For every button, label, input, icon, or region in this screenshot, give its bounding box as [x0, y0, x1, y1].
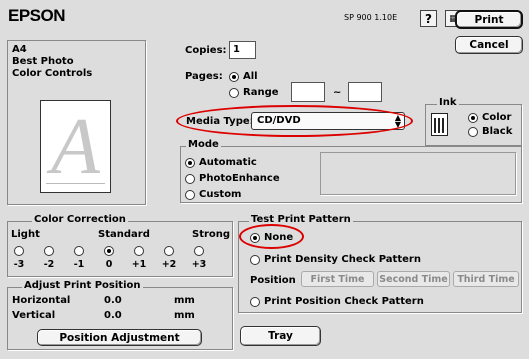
none-highlight	[239, 224, 304, 249]
vertical-label: Vertical	[12, 310, 56, 321]
mode-automatic-radio[interactable]	[185, 158, 195, 168]
color-correction-scale-label: +3	[191, 259, 207, 270]
pages-range-label: Range	[243, 87, 279, 98]
ink-color-label: Color	[482, 112, 512, 123]
tray-button[interactable]: Tray	[240, 326, 321, 346]
brand-logo: EPSON	[8, 6, 66, 25]
preview-letter: A	[51, 103, 100, 191]
mode-title: Mode	[186, 139, 221, 150]
range-from-field[interactable]	[291, 82, 325, 102]
pages-range-radio[interactable]	[229, 88, 239, 98]
cancel-button[interactable]: Cancel	[455, 36, 523, 54]
model-label: SP 900 1.10E	[344, 13, 398, 22]
first-time-button[interactable]: First Time	[301, 271, 374, 287]
ink-black-radio[interactable]	[468, 127, 478, 137]
print-button[interactable]: Print	[455, 10, 523, 29]
position-adjustment-button[interactable]: Position Adjustment	[37, 329, 202, 346]
range-to-field[interactable]	[348, 82, 382, 102]
mode-photoenhance-label: PhotoEnhance	[199, 173, 280, 184]
test-position-check-radio[interactable]	[250, 297, 260, 307]
copies-label: Copies:	[185, 45, 227, 56]
range-tilde: ~	[333, 87, 342, 98]
test-position-check-label: Print Position Check Pattern	[264, 296, 424, 307]
pages-label: Pages:	[185, 71, 223, 82]
color-correction-title: Color Correction	[32, 214, 128, 225]
copies-field[interactable]: 1	[229, 41, 256, 59]
color-correction-radio[interactable]	[74, 246, 84, 256]
summary-paper: A4	[12, 44, 27, 55]
test-density-radio[interactable]	[250, 255, 260, 265]
horizontal-label: Horizontal	[12, 295, 71, 306]
pages-all-label: All	[243, 71, 258, 82]
second-time-button[interactable]: Second Time	[377, 271, 450, 287]
color-correction-scale-label: +1	[131, 259, 147, 270]
color-correction-scale-label: -1	[73, 259, 85, 270]
mode-custom-radio[interactable]	[185, 190, 195, 200]
pages-all-radio[interactable]	[229, 72, 239, 82]
ink-black-label: Black	[482, 126, 513, 137]
ink-color-radio[interactable]	[468, 113, 478, 123]
summary-color: Color Controls	[12, 68, 93, 79]
third-time-button[interactable]: Third Time	[453, 271, 519, 287]
light-label: Light	[11, 229, 40, 240]
color-correction-radio[interactable]	[134, 246, 144, 256]
color-correction-radio[interactable]	[164, 246, 174, 256]
color-correction-radio[interactable]	[44, 246, 54, 256]
color-correction-scale-label: 0	[105, 259, 113, 270]
color-correction-scale-label: -3	[13, 259, 25, 270]
summary-quality: Best Photo	[12, 56, 74, 67]
ink-title: Ink	[437, 97, 459, 108]
mode-detail-box	[320, 152, 516, 195]
media-type-highlight	[176, 105, 413, 137]
preview-bottom-line	[46, 183, 105, 184]
vertical-unit: mm	[174, 310, 195, 321]
color-correction-radio[interactable]	[194, 246, 204, 256]
page-preview: A	[40, 100, 111, 193]
color-correction-scale-label: -2	[43, 259, 55, 270]
test-position-label: Position	[250, 275, 296, 286]
standard-label: Standard	[98, 229, 150, 240]
mode-custom-label: Custom	[199, 189, 242, 200]
color-correction-radio[interactable]	[104, 246, 114, 256]
strong-label: Strong	[192, 229, 231, 240]
ink-cartridge-bands	[434, 118, 445, 133]
mode-automatic-label: Automatic	[199, 157, 257, 168]
horizontal-unit: mm	[174, 295, 195, 306]
vertical-value: 0.0	[104, 310, 122, 321]
adjust-position-title: Adjust Print Position	[22, 280, 143, 291]
mode-photoenhance-radio[interactable]	[185, 174, 195, 184]
horizontal-value: 0.0	[104, 295, 122, 306]
color-correction-scale-label: +2	[161, 259, 177, 270]
test-density-label: Print Density Check Pattern	[264, 254, 421, 265]
help-button[interactable]: ?	[420, 10, 437, 27]
color-correction-radio[interactable]	[14, 246, 24, 256]
ink-cartridge-icon	[431, 113, 448, 136]
